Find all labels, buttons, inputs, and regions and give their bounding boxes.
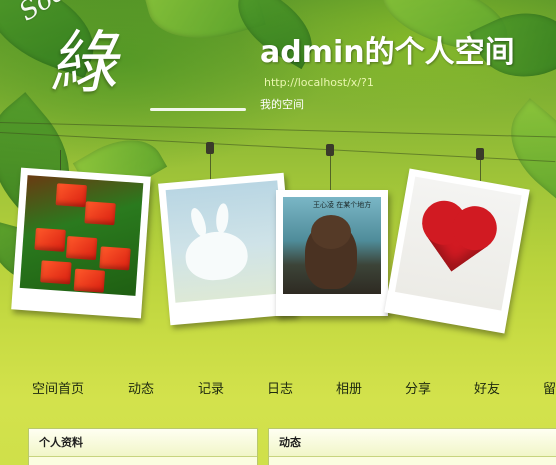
feed-panel: 动态 (268, 428, 556, 465)
nav-friends[interactable]: 好友 (474, 378, 500, 397)
red-block (84, 201, 116, 226)
hanging-string (0, 122, 556, 138)
clothes-pin (476, 148, 484, 160)
red-block (65, 236, 98, 261)
photo-caption: 王心凌 在某个地方 (313, 201, 372, 209)
photo-image (19, 175, 144, 296)
red-block (99, 246, 131, 271)
clothes-pin (326, 144, 334, 156)
space-nav: 空间首页 动态 记录 日志 相册 分享 好友 留言板 (0, 372, 556, 402)
photo-wire (330, 152, 331, 190)
nav-share[interactable]: 分享 (405, 378, 431, 397)
nav-album[interactable]: 相册 (336, 378, 362, 397)
profile-panel: 个人资料 (28, 428, 258, 465)
logo-swoosh (150, 108, 246, 111)
red-heart-photo[interactable] (384, 168, 530, 334)
photo-image: 王心凌 在某个地方 (283, 197, 381, 294)
space-title: admin的个人空间 (260, 35, 515, 70)
logo-glyph: 綠 (45, 24, 131, 103)
bear-head (311, 215, 351, 249)
teddy-bear-photo[interactable]: 王心凌 在某个地方 (276, 190, 388, 316)
photo-wire (210, 150, 211, 180)
nav-guestbook[interactable]: 留言板 (543, 378, 556, 397)
bunny-ear (215, 202, 230, 234)
red-block (34, 227, 66, 252)
space-subtitle: 我的空间 (260, 98, 304, 111)
clothes-pin (206, 142, 214, 154)
nav-records[interactable]: 记录 (198, 378, 224, 397)
bunny-figure (183, 229, 250, 283)
red-block (73, 268, 106, 293)
red-blocks-photo[interactable] (11, 167, 151, 319)
nav-home[interactable]: 空间首页 (32, 378, 84, 397)
photo-image (165, 180, 288, 303)
profile-panel-title: 个人资料 (29, 429, 257, 457)
space-url-link[interactable]: http://localhost/x/?1 (264, 76, 374, 89)
red-block (40, 260, 72, 285)
red-block (55, 183, 88, 208)
nav-feed[interactable]: 动态 (128, 378, 154, 397)
nav-blog[interactable]: 日志 (267, 378, 293, 397)
photo-image (394, 176, 522, 311)
feed-panel-title: 动态 (269, 429, 556, 457)
heart-icon (426, 210, 488, 272)
